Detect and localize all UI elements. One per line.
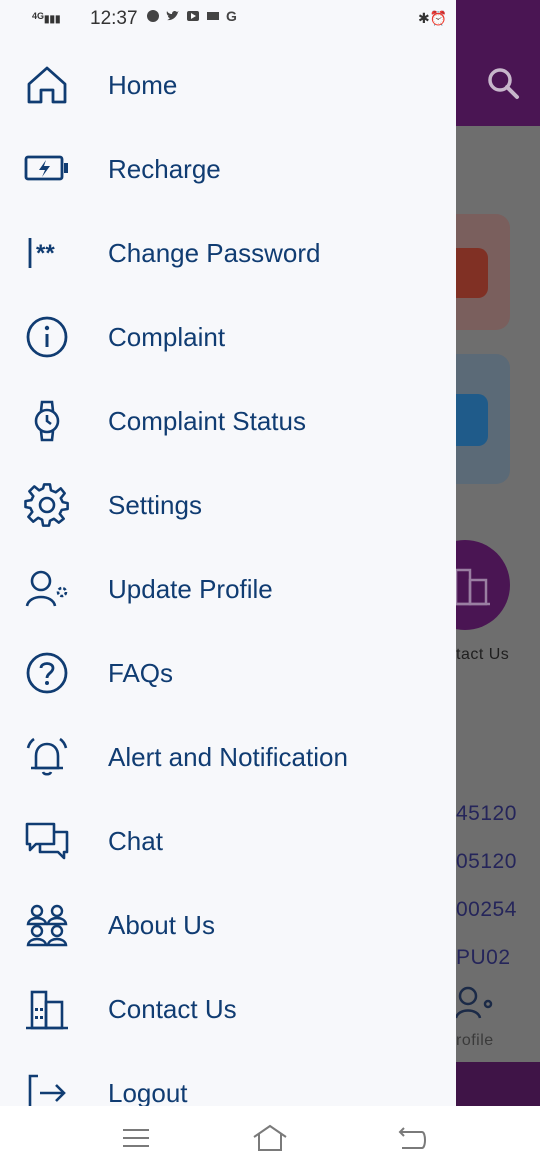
menu-item-home[interactable]: Home — [0, 43, 456, 127]
signal-bars-icon: ▮▮▮ — [44, 14, 61, 25]
profile-tab-icon[interactable] — [454, 984, 498, 1020]
info-value-1: 45120 — [456, 802, 517, 825]
menu-item-alert-notification[interactable]: Alert and Notification — [0, 715, 456, 799]
chat-bubbles-icon — [24, 818, 70, 864]
status-time: 12:37 — [90, 8, 138, 29]
menu-label-home: Home — [108, 69, 178, 100]
building-icon — [24, 986, 70, 1032]
search-icon[interactable] — [486, 66, 520, 100]
svg-text:**: ** — [36, 240, 55, 267]
question-icon — [24, 650, 70, 696]
password-icon: ** — [24, 230, 70, 276]
menu-label-alert-notification: Alert and Notification — [108, 741, 348, 772]
twitter-icon — [166, 9, 180, 23]
menu-item-chat[interactable]: Chat — [0, 799, 456, 883]
youtube-icon — [186, 9, 200, 23]
menu-item-faqs[interactable]: FAQs — [0, 631, 456, 715]
info-value-2: 05120 — [456, 850, 517, 873]
bluetooth-alarm-icons: ✱⏰ — [418, 10, 448, 26]
watch-icon — [24, 398, 70, 444]
battery-charge-icon — [24, 146, 70, 192]
menu-label-contact-us: Contact Us — [108, 993, 237, 1024]
menu-label-change-password: Change Password — [108, 237, 321, 268]
contact-us-shortcut-label: tact Us — [456, 646, 510, 663]
google-icon: G — [226, 8, 237, 24]
menu-item-complaint-status[interactable]: Complaint Status — [0, 379, 456, 463]
profile-tab-label: rofile — [456, 1032, 494, 1049]
menu-label-complaint-status: Complaint Status — [108, 405, 306, 436]
user-settings-icon — [24, 566, 70, 612]
back-icon[interactable] — [394, 1120, 430, 1156]
menu-label-faqs: FAQs — [108, 657, 174, 688]
home-icon — [24, 62, 70, 108]
gear-icon — [24, 482, 70, 528]
network-type: 4G — [32, 11, 45, 21]
info-value-3: 00254 — [456, 898, 517, 921]
menu-label-complaint: Complaint — [108, 321, 226, 352]
menu-item-update-profile[interactable]: Update Profile — [0, 547, 456, 631]
notification-icons: G — [146, 9, 240, 23]
menu-item-recharge[interactable]: Recharge — [0, 127, 456, 211]
chat-icon — [146, 9, 160, 23]
news-icon — [206, 9, 220, 23]
info-value-4: PU02 — [456, 946, 511, 969]
status-bar: 4G ▮▮▮ 12:37 G ✱⏰ — [0, 0, 456, 32]
menu-item-complaint[interactable]: Complaint — [0, 295, 456, 379]
menu-item-settings[interactable]: Settings — [0, 463, 456, 547]
navigation-drawer: Home Recharge ** Change Password Complai… — [0, 32, 456, 1112]
menu-item-about-us[interactable]: About Us — [0, 883, 456, 967]
menu-label-about-us: About Us — [108, 909, 215, 940]
menu-label-chat: Chat — [108, 825, 163, 856]
home-nav-icon[interactable] — [252, 1120, 288, 1156]
bell-icon — [24, 734, 70, 780]
group-icon — [24, 902, 70, 948]
menu-label-logout: Logout — [108, 1077, 188, 1108]
menu-item-change-password[interactable]: ** Change Password — [0, 211, 456, 295]
menu-label-settings: Settings — [108, 489, 202, 520]
system-nav-bar — [0, 1106, 540, 1170]
info-icon — [24, 314, 70, 360]
menu-item-contact-us[interactable]: Contact Us — [0, 967, 456, 1051]
menu-label-recharge: Recharge — [108, 153, 221, 184]
menu-icon[interactable] — [118, 1120, 154, 1156]
menu-label-update-profile: Update Profile — [108, 573, 273, 604]
